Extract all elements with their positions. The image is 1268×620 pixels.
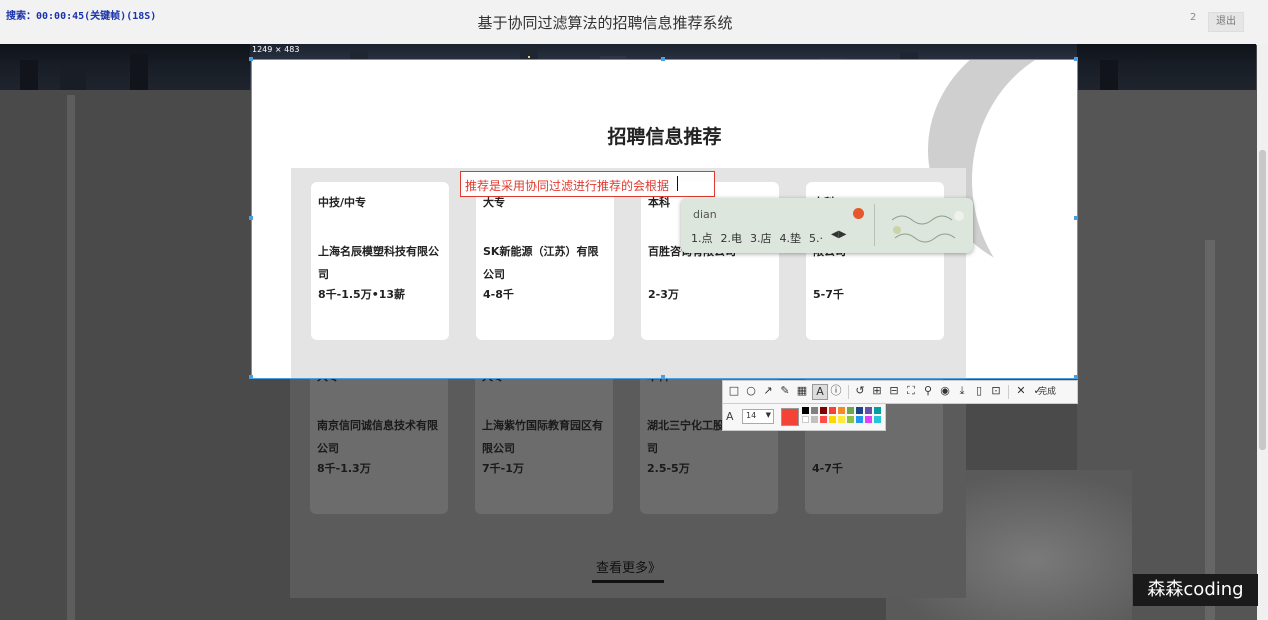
ime-candidate[interactable]: 2.电 — [721, 232, 743, 245]
chevron-down-icon: ▼ — [765, 411, 771, 419]
color-swatch[interactable] — [811, 407, 818, 414]
ime-candidate[interactable]: 3.店 — [750, 232, 772, 245]
decor-column — [67, 95, 75, 620]
job-card[interactable]: 大专 南京信同诚信息技术有限公司 8千-1.3万 — [310, 356, 448, 514]
font-size-select[interactable]: 14 ▼ — [742, 409, 774, 424]
color-swatch[interactable] — [865, 416, 872, 423]
job-card[interactable]: 大专 SK新能源（江苏）有限公司 4-8千 — [476, 182, 614, 340]
logout-button[interactable]: 退出 — [1208, 12, 1244, 32]
resize-handle[interactable] — [249, 216, 253, 220]
close-icon[interactable]: ✕ — [1014, 384, 1028, 398]
color-swatch[interactable] — [838, 416, 845, 423]
system-title: 基于协同过滤算法的招聘信息推荐系统 — [477, 14, 733, 32]
bookmark-icon[interactable]: ⊡ — [989, 384, 1003, 398]
banner-overlay-right — [1077, 44, 1256, 90]
color-swatch[interactable] — [847, 407, 854, 414]
ime-page-arrows-icon[interactable]: ◀▶ — [831, 229, 846, 240]
current-color-swatch[interactable] — [781, 408, 799, 426]
view-more-link[interactable]: 查看更多》 — [596, 557, 661, 576]
text-caret — [677, 176, 678, 191]
color-swatch[interactable] — [874, 407, 881, 414]
toolbar-divider — [848, 385, 849, 399]
top-bar: 搜索：00:00:45(关键帧)(18S) 基于协同过滤算法的招聘信息推荐系统 … — [0, 0, 1268, 45]
undo-icon[interactable]: ↺ — [853, 384, 867, 398]
ime-logo-icon — [853, 208, 864, 219]
resize-handle[interactable] — [661, 375, 665, 379]
selection-size-label: 1249 × 483 — [252, 45, 300, 54]
job-company: 上海紫竹国际教育园区有限公司 — [482, 419, 603, 455]
color-swatch[interactable] — [802, 407, 809, 414]
section-title: 招聘信息推荐 — [607, 126, 722, 148]
job-salary: 5-7千 — [813, 288, 844, 301]
color-swatch[interactable] — [856, 416, 863, 423]
page-background-left — [0, 90, 250, 620]
resize-handle[interactable] — [249, 375, 253, 379]
job-card[interactable]: 中技/中专 上海名辰模塑科技有限公司 8千-1.5万•13薪 — [311, 182, 449, 340]
toolbar-divider — [1008, 385, 1009, 399]
job-company: SK新能源（江苏）有限公司 — [483, 245, 599, 281]
text-properties-panel: A 14 ▼ — [722, 403, 886, 431]
done-button[interactable]: 完成 — [1038, 384, 1056, 397]
color-swatch[interactable] — [811, 416, 818, 423]
color-swatch[interactable] — [856, 407, 863, 414]
color-swatch[interactable] — [847, 416, 854, 423]
color-swatch[interactable] — [874, 416, 881, 423]
job-salary: 7千-1万 — [482, 462, 524, 475]
resize-handle[interactable] — [661, 57, 665, 61]
banner-overlay-left — [0, 44, 250, 90]
save-icon[interactable]: ▯ — [972, 384, 986, 398]
pencil-icon[interactable]: ✎ — [778, 384, 792, 398]
mosaic-icon[interactable]: ▦ — [795, 384, 809, 398]
font-size-icon: A — [726, 410, 734, 423]
ime-candidates: 1.点 2.电 3.店 4.垫 5.· — [691, 230, 831, 246]
color-swatch[interactable] — [865, 407, 872, 414]
job-company: 南京信同诚信息技术有限公司 — [317, 419, 438, 455]
job-salary: 4-8千 — [483, 288, 514, 301]
color-swatch[interactable] — [820, 416, 827, 423]
job-card[interactable]: 大专 上海紫竹国际教育园区有限公司 7千-1万 — [475, 356, 613, 514]
screenshot-icon[interactable]: ⛶ — [904, 384, 918, 398]
download-icon[interactable]: ⤓ — [955, 384, 969, 398]
scrollbar-thumb[interactable] — [1259, 150, 1266, 450]
job-education: 中技/中专 — [318, 196, 367, 209]
ocr-icon[interactable]: ⊞ — [870, 384, 884, 398]
user-count: 2 — [1190, 12, 1197, 23]
arrow-icon[interactable]: ↗ — [761, 384, 775, 398]
ellipse-icon[interactable]: ○ — [744, 384, 758, 398]
job-salary: 2-3万 — [648, 288, 679, 301]
resize-handle[interactable] — [1074, 216, 1078, 220]
number-icon[interactable]: ⓘ — [829, 384, 843, 398]
ime-candidate[interactable]: 1.点 — [691, 232, 713, 245]
rectangle-icon[interactable]: □ — [727, 384, 741, 398]
decor-column — [1205, 240, 1215, 620]
ime-candidate[interactable]: 4.垫 — [780, 232, 802, 245]
resize-handle[interactable] — [1074, 57, 1078, 61]
color-swatch[interactable] — [802, 416, 809, 423]
job-salary: 8千-1.5万•13薪 — [318, 288, 406, 301]
ime-candidate-window[interactable]: dian 1.点 2.电 3.店 4.垫 5.· ◀▶ — [681, 198, 973, 253]
resize-handle[interactable] — [1074, 375, 1078, 379]
ime-skin-decoration-icon — [887, 208, 967, 246]
color-swatch[interactable] — [820, 407, 827, 414]
ime-composition: dian — [693, 208, 717, 221]
view-more-underline — [592, 580, 664, 583]
job-company: 上海名辰模塑科技有限公司 — [318, 245, 439, 281]
screenshot-toolbar: □ ○ ↗ ✎ ▦ A ⓘ ↺ ⊞ ⊟ ⛶ ⚲ ◉ ⤓ ▯ ⊡ ✕ ✓ — [722, 380, 1078, 404]
job-salary: 4-7千 — [812, 462, 843, 475]
ime-candidate[interactable]: 5.· — [809, 232, 823, 245]
text-icon[interactable]: A — [812, 384, 828, 400]
text-annotation[interactable]: 推荐是采用协同过滤进行推荐的会根据 — [465, 177, 669, 194]
translate-icon[interactable]: ⊟ — [887, 384, 901, 398]
record-icon[interactable]: ◉ — [938, 384, 952, 398]
resize-handle[interactable] — [249, 57, 253, 61]
job-salary: 8千-1.3万 — [317, 462, 371, 475]
font-size-value: 14 — [746, 411, 757, 420]
color-swatch[interactable] — [829, 416, 836, 423]
job-salary: 2.5-5万 — [647, 462, 690, 475]
color-swatch[interactable] — [838, 407, 845, 414]
color-swatch[interactable] — [829, 407, 836, 414]
pin-icon[interactable]: ⚲ — [921, 384, 935, 398]
ime-divider — [874, 204, 875, 246]
watermark: 森森coding — [1133, 574, 1258, 606]
